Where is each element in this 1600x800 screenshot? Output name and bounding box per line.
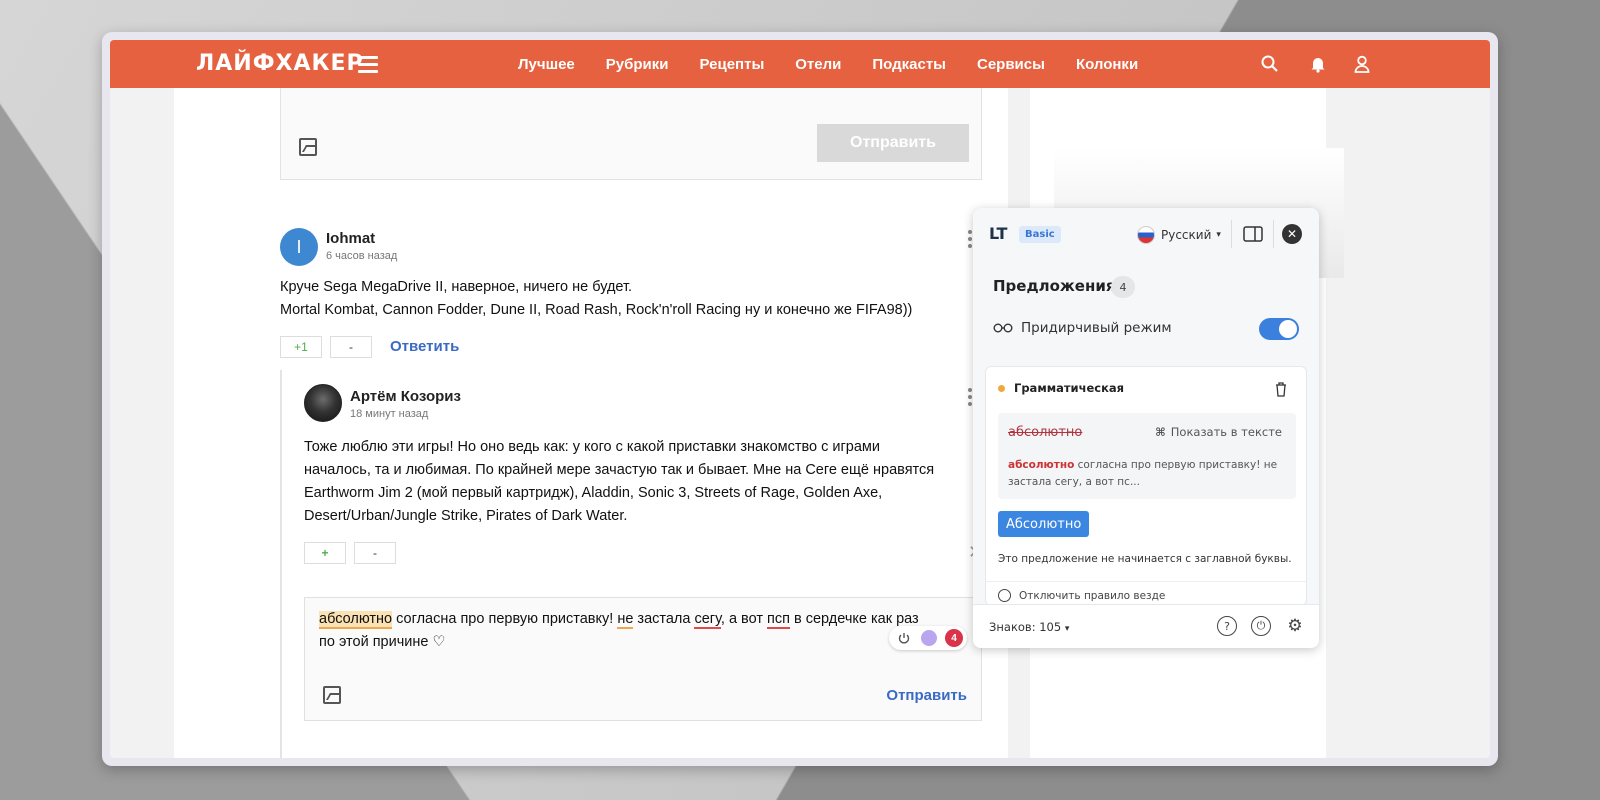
show-in-text-label: Показать в тексте [1170, 425, 1282, 439]
picky-mode-toggle[interactable] [1259, 318, 1299, 340]
menu-icon[interactable] [358, 56, 378, 73]
plan-badge: Basic [1019, 226, 1061, 243]
downvote-button[interactable]: - [330, 336, 372, 358]
glasses-icon [993, 323, 1013, 333]
editor-text-segment: согласна про первую приставку! [392, 611, 618, 627]
flagged-word[interactable]: псп [767, 611, 790, 629]
site-header: ЛАЙФХАКЕР Лучшее Рубрики Рецепты Отели П… [110, 40, 1490, 88]
divider [1231, 220, 1232, 248]
downvote-button[interactable]: - [354, 542, 396, 564]
browser-window: ЛАЙФХАКЕР Лучшее Рубрики Рецепты Отели П… [102, 32, 1498, 766]
attach-image-icon[interactable] [323, 686, 341, 704]
flagged-word[interactable]: сегу [694, 611, 721, 629]
suggestion-context: абсолютно согласна про первую приставку!… [1008, 457, 1288, 491]
attach-image-icon[interactable] [299, 138, 317, 156]
page-viewport: ЛАЙФХАКЕР Лучшее Рубрики Рецепты Отели П… [110, 40, 1490, 758]
more-options-icon[interactable] [968, 230, 972, 251]
comment-author[interactable]: Iohmat [326, 230, 375, 247]
binoculars-icon: ⌘ [1155, 425, 1166, 439]
flagged-word[interactable]: абсолютно [319, 611, 393, 629]
search-icon[interactable] [1260, 54, 1280, 74]
suggestion-category: Грамматическая [1014, 381, 1125, 395]
comment-time: 18 минут назад [350, 408, 429, 420]
thread-line [280, 370, 282, 758]
editor-text-segment: застала [633, 611, 695, 627]
apply-fix-button[interactable]: Абсолютно [998, 511, 1090, 537]
nav-item-hotels[interactable]: Отели [795, 56, 841, 73]
help-icon[interactable]: ? [1217, 616, 1237, 636]
divider [1273, 220, 1274, 248]
context-highlight: абсолютно [1008, 459, 1075, 471]
user-icon[interactable] [1352, 54, 1372, 74]
sync-icon[interactable] [921, 630, 937, 646]
comment-form-top: Отправить [280, 88, 982, 180]
suggestion-message: Это предложение не начинается с заглавно… [998, 553, 1292, 565]
power-icon[interactable]: ⏻ [1251, 616, 1271, 636]
close-panel-button[interactable]: ✕ [1282, 224, 1302, 244]
category-dot [998, 385, 1005, 392]
bell-icon[interactable] [1308, 54, 1328, 74]
editor-text[interactable]: абсолютно согласна про первую приставку!… [319, 608, 969, 654]
upvote-button[interactable]: +1 [280, 336, 322, 358]
character-count[interactable]: Знаков: 105 ▾ [989, 620, 1069, 634]
divider [986, 581, 1306, 582]
error-count-badge[interactable]: 4 [945, 629, 963, 647]
more-options-icon[interactable] [968, 388, 972, 409]
panel-footer: Знаков: 105 ▾ ? ⏻ ⚙ [973, 604, 1319, 648]
languagetool-widget[interactable]: 4 [889, 626, 967, 650]
suggestion-details: абсолютно ⌘ Показать в тексте абсолютно с… [998, 413, 1296, 499]
gear-icon[interactable]: ⚙ [1285, 616, 1305, 636]
comment-text-line: Круче Sega MegaDrive II, наверное, ничег… [280, 279, 633, 295]
main-nav: Лучшее Рубрики Рецепты Отели Подкасты Се… [518, 40, 1169, 88]
languagetool-logo: LT [989, 224, 1008, 243]
disable-rule-label: Отключить правило везде [1019, 589, 1166, 602]
trash-icon[interactable] [1274, 381, 1288, 397]
comment-text-line: Desert/Urban/Jungle Strike, Pirates of D… [304, 508, 628, 524]
incorrect-word: абсолютно [1008, 425, 1083, 440]
comment-author[interactable]: Артём Козориз [350, 388, 461, 405]
show-in-text-button[interactable]: ⌘ Показать в тексте [1155, 425, 1282, 439]
languagetool-panel: LT Basic Русский ▾ ✕ Предложения 4 Приди… [973, 208, 1319, 648]
russia-flag-icon [1137, 226, 1155, 244]
avatar[interactable]: I [280, 228, 318, 266]
reply-editor[interactable]: абсолютно согласна про первую приставку!… [304, 597, 982, 721]
disable-rule-button[interactable]: Отключить правило везде [998, 589, 1165, 602]
comment-time: 6 часов назад [326, 250, 398, 262]
editor-text-segment: в сердечке как раз [789, 611, 919, 627]
language-label: Русский [1161, 228, 1212, 242]
nav-item-columns[interactable]: Колонки [1076, 56, 1138, 73]
reply-link[interactable]: Ответить [390, 338, 459, 355]
picky-mode-label: Придирчивый режим [993, 320, 1172, 336]
site-logo[interactable]: ЛАЙФХАКЕР [196, 51, 364, 76]
comment-text-line: Earthworm Jim 2 (мой первый картридж), A… [304, 485, 883, 501]
character-count-label: Знаков: 105 [989, 620, 1062, 634]
send-button[interactable]: Отправить [886, 687, 967, 704]
comment-text-line: Mortal Kombat, Cannon Fodder, Dune II, R… [280, 302, 913, 318]
upvote-button[interactable]: + [304, 542, 346, 564]
panel-header: LT Basic Русский ▾ ✕ [973, 208, 1319, 260]
sidebar-toggle-icon[interactable] [1243, 226, 1263, 242]
chevron-down-icon: ▾ [1216, 230, 1221, 240]
editor-text-segment: по этой причине ♡ [319, 634, 446, 650]
suggestion-card: Грамматическая абсолютно ⌘ Показать в тек… [985, 366, 1307, 606]
send-button-disabled[interactable]: Отправить [817, 124, 969, 162]
suggestions-title: Предложения [993, 277, 1116, 295]
flagged-word[interactable]: не [617, 611, 634, 629]
comment-text-line: началось, та и любимая. По крайней мере … [304, 462, 935, 478]
nav-item-services[interactable]: Сервисы [977, 56, 1045, 73]
editor-text-segment: , а вот [720, 611, 767, 627]
comment-text-line: Тоже люблю эти игры! Но оно ведь как: у … [304, 439, 880, 455]
suggestions-count: 4 [1111, 276, 1135, 298]
nav-item-recipes[interactable]: Рецепты [700, 56, 765, 73]
block-icon [998, 589, 1011, 602]
picky-mode-text: Придирчивый режим [1021, 320, 1172, 336]
power-icon[interactable] [897, 631, 911, 645]
chevron-down-icon: ▾ [1064, 624, 1070, 634]
avatar-photo[interactable] [304, 384, 342, 422]
nav-item-rubrics[interactable]: Рубрики [606, 56, 669, 73]
nav-item-podcasts[interactable]: Подкасты [872, 56, 946, 73]
nav-item-best[interactable]: Лучшее [518, 56, 575, 73]
language-select[interactable]: Русский ▾ [1137, 226, 1221, 244]
